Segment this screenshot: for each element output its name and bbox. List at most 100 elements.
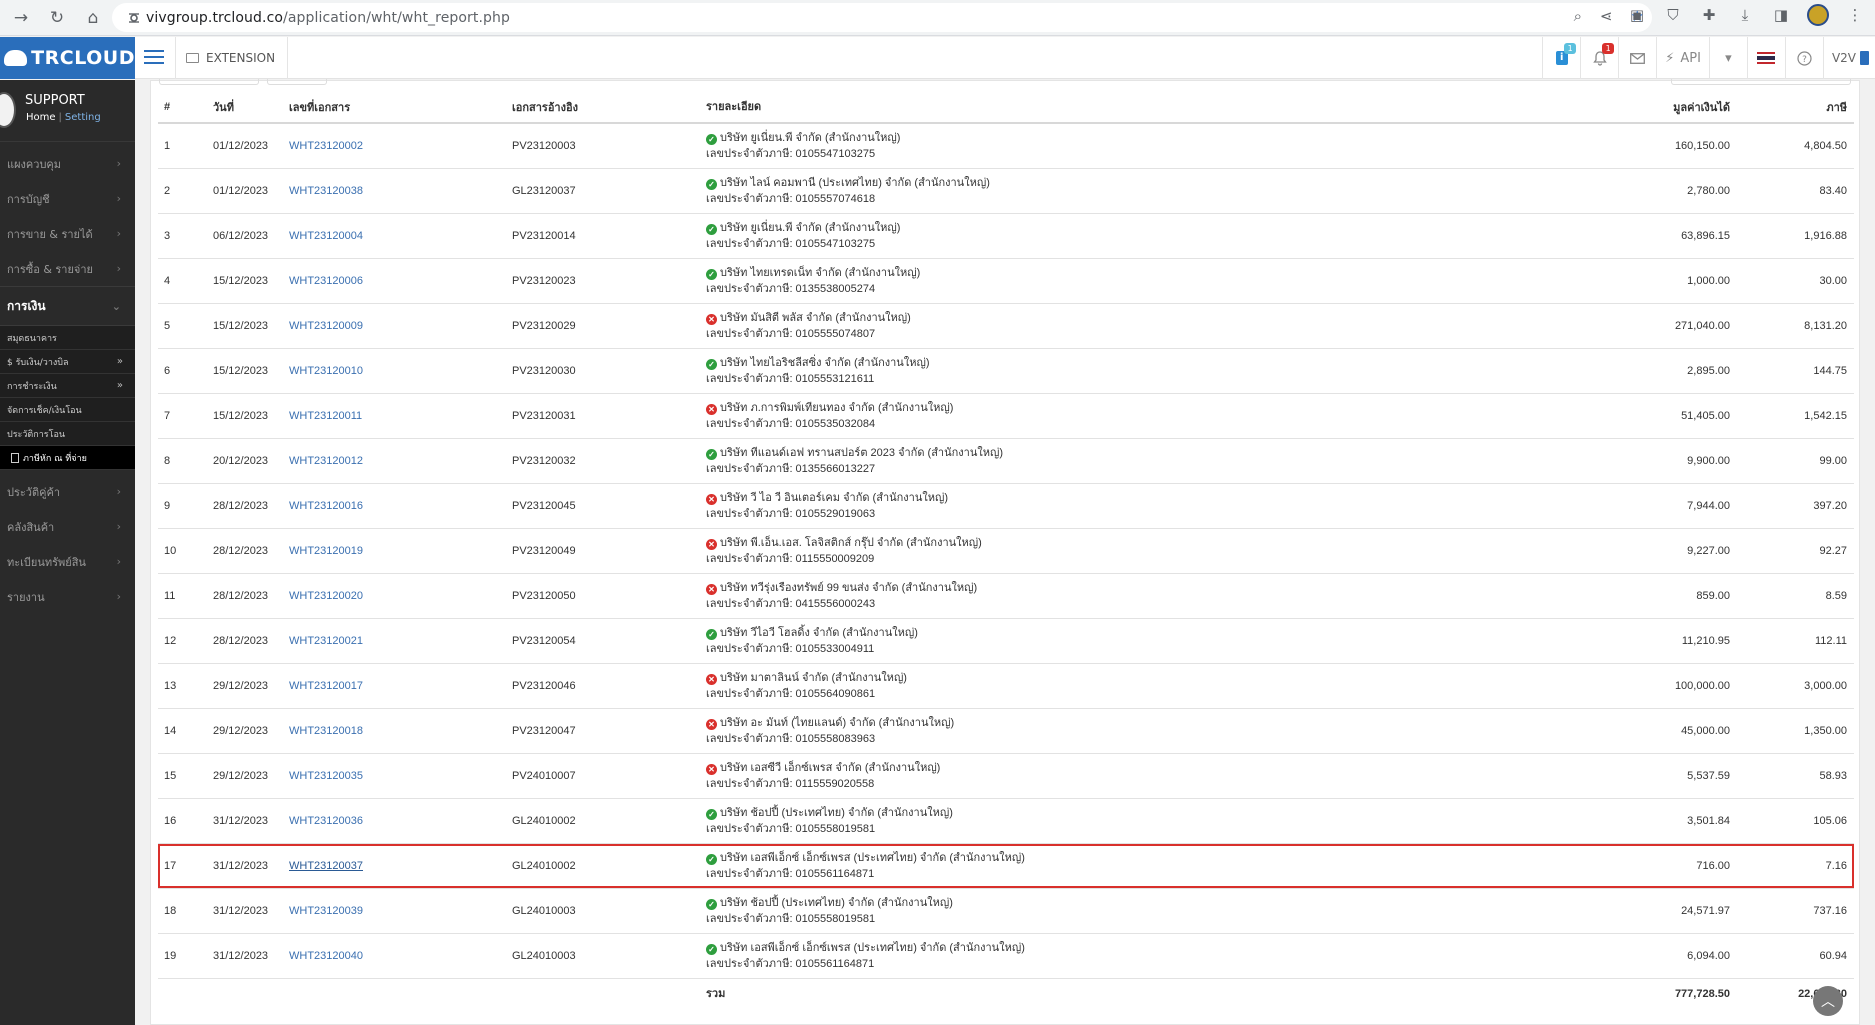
- row-tax: 8.59: [1730, 573, 1854, 619]
- sidepanel-icon[interactable]: ◨: [1771, 5, 1791, 25]
- row-doc-link[interactable]: WHT23120012: [289, 455, 363, 467]
- col-header-detail: รายละเอียด: [706, 92, 1564, 124]
- sidebar-subitem-bankbook[interactable]: สมุดธนาคาร: [0, 326, 135, 350]
- extension-button[interactable]: EXTENSION: [175, 37, 289, 79]
- sidebar-item-sales[interactable]: การขาย & รายได้ ›: [0, 216, 135, 251]
- row-ref-doc: PV24010007: [512, 753, 706, 799]
- sidebar-item-accounting[interactable]: การบัญชี ›: [0, 181, 135, 216]
- row-date: 29/12/2023: [213, 708, 289, 754]
- row-date: 28/12/2023: [213, 528, 289, 574]
- sidebar-item-reports[interactable]: รายงาน ›: [0, 579, 135, 614]
- address-bar[interactable]: vivgroup.trcloud.co/application/wht/wht_…: [112, 3, 1652, 32]
- user-menu[interactable]: V2V: [1822, 37, 1875, 79]
- extension-screen-icon[interactable]: ▣: [1627, 5, 1647, 25]
- x-circle-icon: ✕: [706, 763, 717, 775]
- row-taxid: เลขประจำตัวภาษี: 0105529019063: [706, 507, 876, 520]
- row-doc-link[interactable]: WHT23120036: [289, 815, 363, 827]
- sidebar-subitem-cheque[interactable]: จัดการเช็ค/เงินโอน: [0, 398, 135, 422]
- row-taxid: เลขประจำตัวภาษี: 0105558083963: [706, 732, 876, 745]
- home-icon[interactable]: ⌂: [78, 3, 108, 33]
- row-tax: 8,131.20: [1730, 303, 1854, 349]
- share-icon[interactable]: ⋖: [1600, 7, 1613, 25]
- row-doc-link[interactable]: WHT23120004: [289, 230, 363, 242]
- row-doc-link[interactable]: WHT23120038: [289, 185, 363, 197]
- row-taxid: เลขประจำตัวภาษี: 0105533004911: [706, 642, 875, 655]
- download-icon[interactable]: ⤓: [1735, 5, 1755, 25]
- trcloud-logo[interactable]: TRCLOUD: [0, 37, 135, 79]
- scroll-to-top-button[interactable]: ︿: [1813, 986, 1843, 1016]
- row-taxid: เลขประจำตัวภาษี: 0115559020558: [706, 777, 875, 790]
- language-button[interactable]: [1746, 37, 1785, 79]
- home-link[interactable]: Home: [26, 112, 56, 123]
- row-doc-link[interactable]: WHT23120018: [289, 725, 363, 737]
- row-doc-link[interactable]: WHT23120009: [289, 320, 363, 332]
- row-doc-link[interactable]: WHT23120010: [289, 365, 363, 377]
- table-row: 9 28/12/2023 WHT23120016 PV23120045 ✕ บริษัท …: [158, 483, 1854, 529]
- profile-avatar[interactable]: [1807, 4, 1829, 26]
- forward-icon[interactable]: →: [6, 3, 36, 33]
- sidebar-subitem-transfer-history[interactable]: ประวัติการโอน: [0, 422, 135, 446]
- row-doc-link[interactable]: WHT23120019: [289, 545, 363, 557]
- hamburger-menu-icon[interactable]: [144, 47, 164, 67]
- row-doc-link[interactable]: WHT23120021: [289, 635, 363, 647]
- sidebar-subitem-payment[interactable]: การชำระเงิน »: [0, 374, 135, 398]
- help-icon: ?: [1797, 50, 1812, 66]
- sidebar-item-inventory[interactable]: คลังสินค้า ›: [0, 509, 135, 544]
- row-doc-link[interactable]: WHT23120011: [289, 410, 362, 422]
- row-doc-link[interactable]: WHT23120002: [289, 140, 363, 152]
- sidebar-item-finance[interactable]: การเงิน ⌄: [0, 286, 135, 326]
- row-date: 15/12/2023: [213, 303, 289, 349]
- row-doc-link[interactable]: WHT23120020: [289, 590, 363, 602]
- table-row: 6 15/12/2023 WHT23120010 PV23120030 ✓ บริษัท …: [158, 348, 1854, 394]
- row-doc-link[interactable]: WHT23120040: [289, 950, 363, 962]
- row-ref-doc: GL24010002: [512, 798, 706, 844]
- row-ref-doc: PV23120030: [512, 348, 706, 394]
- sidebar-item-purchases[interactable]: การซื้อ & รายจ่าย ›: [0, 251, 135, 286]
- info-button[interactable]: i 1: [1542, 37, 1580, 79]
- row-doc-link[interactable]: WHT23120039: [289, 905, 363, 917]
- dropdown-button[interactable]: ▾: [1708, 37, 1747, 79]
- table-row: 2 01/12/2023 WHT23120038 GL23120037 ✓ บริษัท …: [158, 168, 1854, 214]
- sidebar-item-assets[interactable]: ทะเบียนทรัพย์สิน ›: [0, 544, 135, 579]
- row-date: 28/12/2023: [213, 618, 289, 664]
- reload-icon[interactable]: ↻: [42, 3, 72, 33]
- notification-button[interactable]: 1: [1580, 37, 1618, 79]
- row-doc-link[interactable]: WHT23120037: [289, 860, 363, 872]
- row-number: 1: [158, 123, 213, 169]
- sidebar-subitem-receive[interactable]: $ รับเงิน/วางบิล »: [0, 350, 135, 374]
- zoom-icon[interactable]: ⌕: [1574, 7, 1582, 25]
- row-company: บริษัท มาตาลินน์ จำกัด (สำนักงานใหญ่): [720, 671, 907, 684]
- api-button[interactable]: ⚡ API: [1656, 37, 1709, 79]
- row-doc-link[interactable]: WHT23120035: [289, 770, 363, 782]
- table-body: 1 01/12/2023 WHT23120002 PV23120003 ✓ บริษัท …: [158, 123, 1854, 979]
- thai-flag-icon: [1757, 52, 1776, 64]
- col-header-date: วันที่: [213, 92, 289, 124]
- table-header-row: # วันที่ เลขที่เอกสาร เอกสารอ้างอิง รายล…: [158, 92, 1854, 124]
- row-amount: 160,150.00: [1564, 123, 1730, 169]
- row-company: บริษัท ช้อปปี้ (ประเทศไทย) จำกัด (สำนักง…: [720, 806, 953, 819]
- row-doc-link[interactable]: WHT23120016: [289, 500, 363, 512]
- chevron-right-icon: ›: [116, 590, 121, 603]
- menu-kebab-icon[interactable]: ⋮: [1845, 5, 1865, 25]
- col-header-amount: มูลค่าเงินได้: [1564, 92, 1730, 124]
- row-date: 15/12/2023: [213, 348, 289, 394]
- logo-text: TRCLOUD: [31, 47, 135, 69]
- mail-button[interactable]: [1618, 37, 1656, 79]
- sidebar-subitem-wht[interactable]: ภาษีหัก ณ ที่จ่าย: [0, 446, 135, 470]
- sidebar-item-partners[interactable]: ประวัติคู่ค้า ›: [0, 474, 135, 509]
- sidebar-item-label: คลังสินค้า: [7, 520, 55, 534]
- row-company: บริษัท เอสพีเอ็กซ์ เอ็กซ์เพรส (ประเทศไทย…: [720, 941, 1025, 954]
- row-doc-link[interactable]: WHT23120017: [289, 680, 363, 692]
- site-info-icon[interactable]: [122, 11, 146, 25]
- setting-link[interactable]: Setting: [65, 112, 101, 123]
- row-company: บริษัท มันสิตี พลัส จำกัด (สำนักงานใหญ่): [720, 311, 911, 324]
- check-circle-icon: ✓: [706, 358, 717, 370]
- row-tax: 4,804.50: [1730, 123, 1854, 169]
- row-doc-link[interactable]: WHT23120006: [289, 275, 363, 287]
- sidebar-item-dashboard[interactable]: แผงควบคุม ›: [0, 146, 135, 181]
- puzzle-icon[interactable]: ✚: [1699, 5, 1719, 25]
- help-button[interactable]: ?: [1784, 37, 1823, 79]
- row-number: 2: [158, 168, 213, 214]
- shield-icon[interactable]: ⛉: [1663, 5, 1683, 25]
- row-number: 12: [158, 618, 213, 664]
